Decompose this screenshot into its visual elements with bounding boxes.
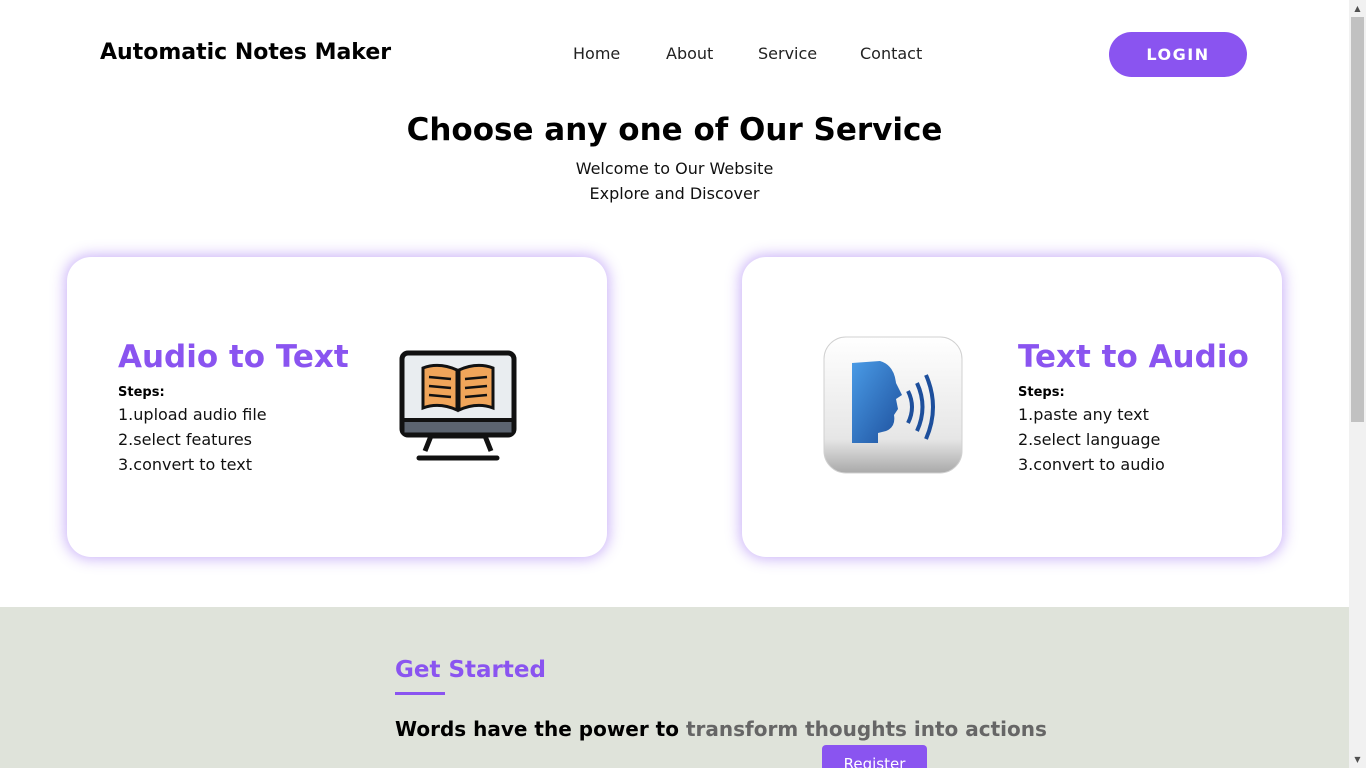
nav-home[interactable]: Home: [573, 44, 620, 63]
tagline-highlight: transform thoughts into actions: [685, 717, 1047, 741]
scrollbar-thumb[interactable]: [1351, 17, 1364, 422]
card-title: Audio to Text: [118, 339, 349, 375]
step-item: 3.convert to text: [118, 455, 252, 474]
get-started-section: Get Started Words have the power to tran…: [0, 607, 1349, 768]
explore-text: Explore and Discover: [589, 184, 760, 203]
get-started-title: Get Started: [395, 657, 546, 683]
nav-service[interactable]: Service: [758, 44, 817, 63]
nav-contact[interactable]: Contact: [860, 44, 922, 63]
page-title: Choose any one of Our Service: [406, 112, 943, 148]
step-item: 1.paste any text: [1018, 405, 1149, 424]
speaking-head-icon: [823, 336, 963, 474]
tagline-plain: Words have the power to: [395, 717, 686, 741]
welcome-text: Welcome to Our Website: [575, 159, 774, 178]
step-item: 3.convert to audio: [1018, 455, 1165, 474]
text-to-audio-card[interactable]: Text to Audio Steps: 1.paste any text 2.…: [742, 257, 1282, 557]
scroll-up-arrow-icon[interactable]: ▲: [1349, 0, 1366, 17]
nav-about[interactable]: About: [666, 44, 713, 63]
monitor-book-icon: [399, 350, 517, 461]
login-button[interactable]: LOGIN: [1109, 32, 1247, 77]
tagline: Words have the power to transform though…: [395, 717, 1047, 741]
scroll-down-arrow-icon[interactable]: ▼: [1349, 751, 1366, 768]
page: Automatic Notes Maker Home About Service…: [0, 0, 1349, 768]
brand-logo-text[interactable]: Automatic Notes Maker: [100, 40, 391, 65]
step-item: 1.upload audio file: [118, 405, 267, 424]
steps-label: Steps:: [1018, 385, 1065, 400]
vertical-scrollbar[interactable]: ▲ ▼: [1349, 0, 1366, 768]
step-item: 2.select language: [1018, 430, 1161, 449]
title-underline: [395, 692, 445, 695]
audio-to-text-card[interactable]: Audio to Text Steps: 1.upload audio file…: [67, 257, 607, 557]
steps-label: Steps:: [118, 385, 165, 400]
card-title: Text to Audio: [1018, 339, 1249, 375]
register-button[interactable]: Register: [822, 745, 927, 768]
step-item: 2.select features: [118, 430, 252, 449]
